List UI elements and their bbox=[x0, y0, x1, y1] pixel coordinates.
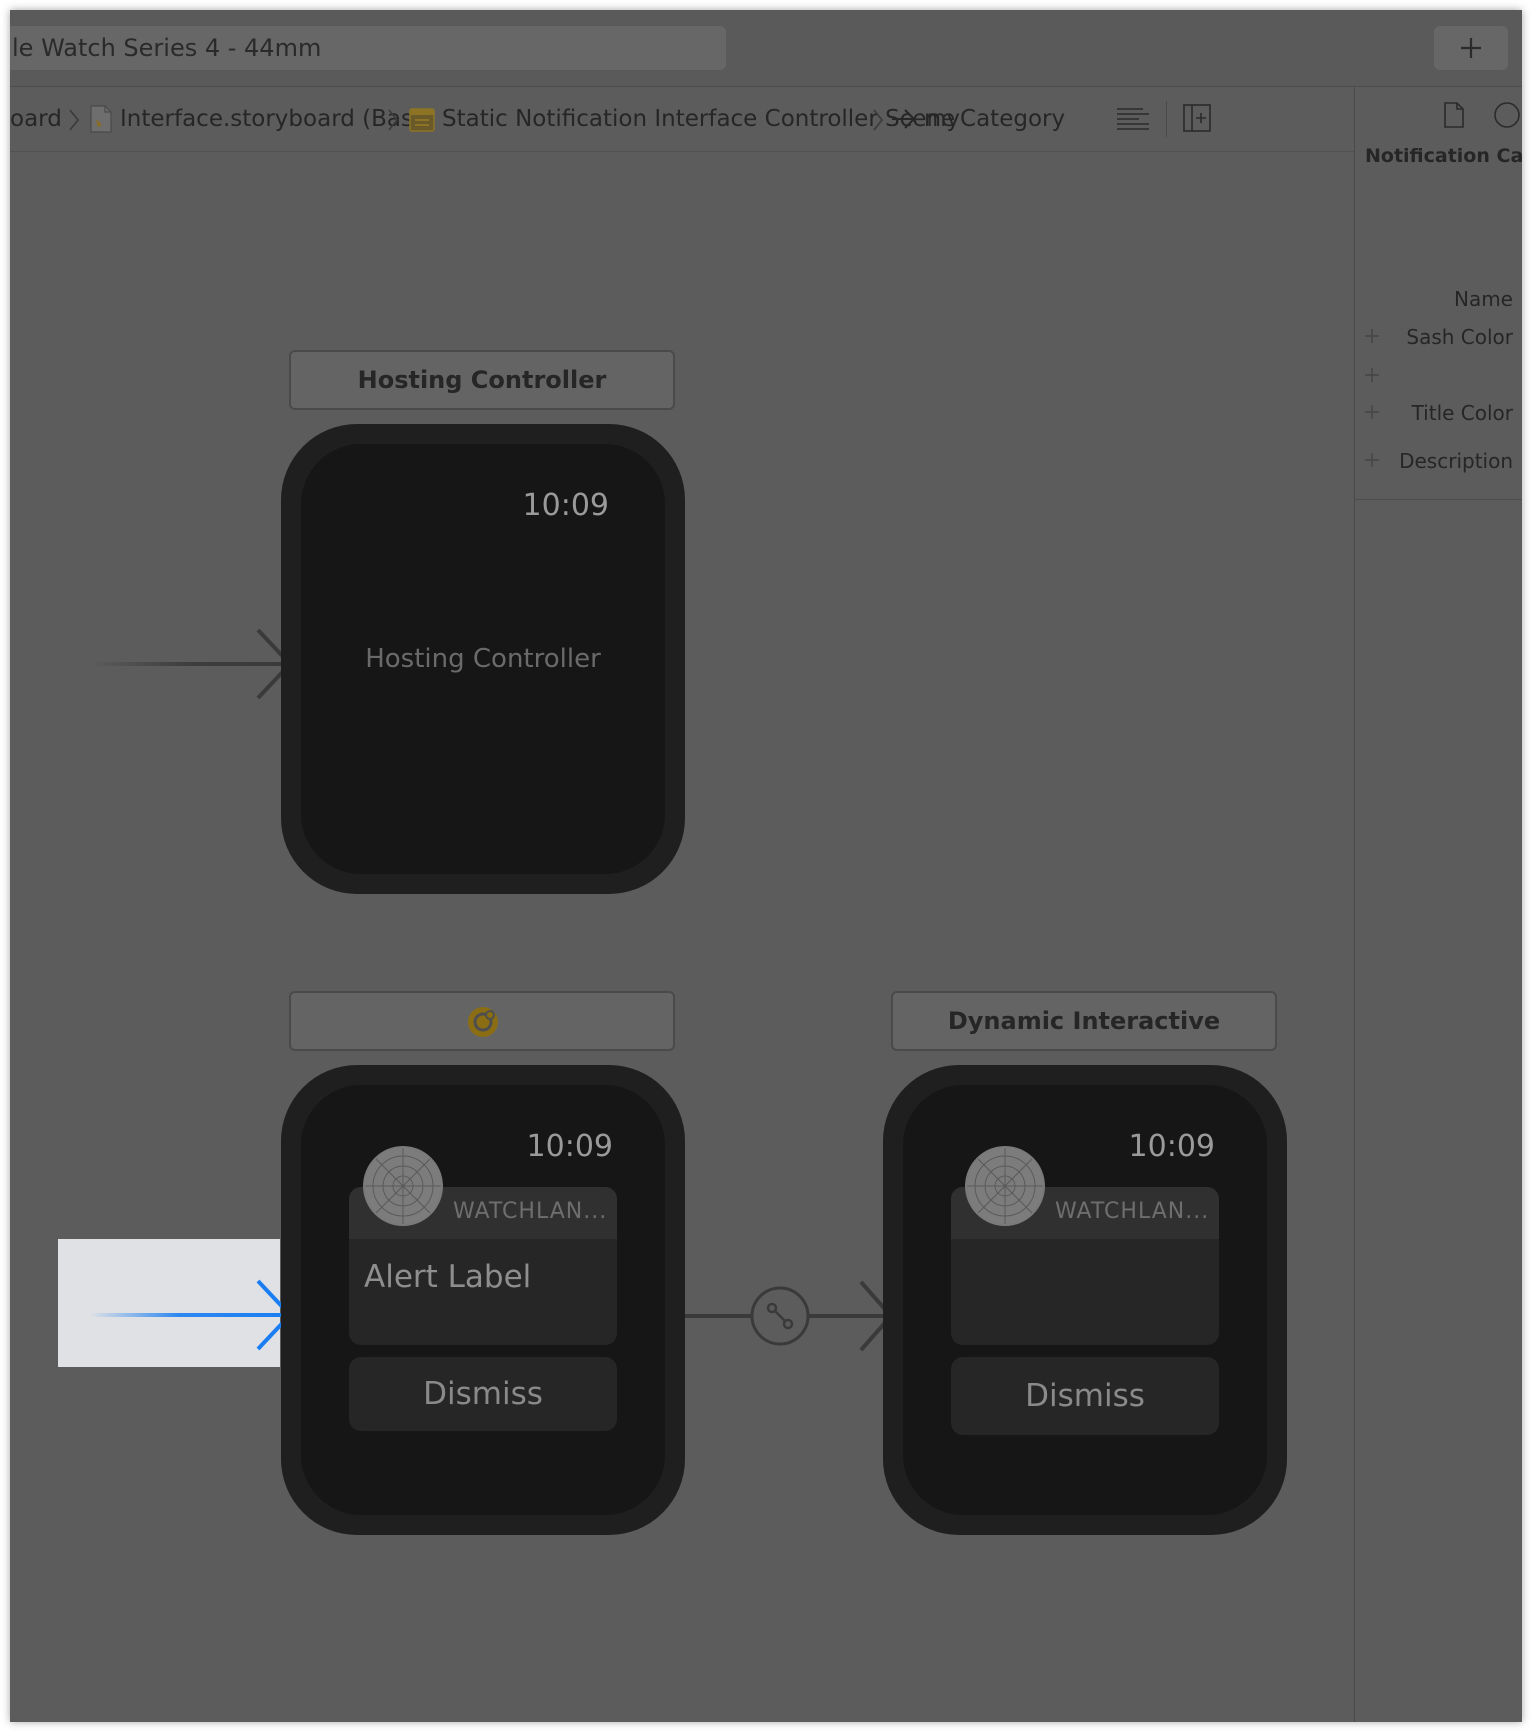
toolbar-divider bbox=[1166, 101, 1167, 137]
plus-icon[interactable] bbox=[1365, 453, 1379, 467]
scene-title-static-notification[interactable] bbox=[289, 991, 675, 1051]
app-icon bbox=[363, 1146, 443, 1226]
alert-label: Alert Label bbox=[364, 1259, 532, 1295]
hosting-controller-placeholder: Hosting Controller bbox=[365, 644, 601, 674]
watch-dynamic-notification[interactable]: 10:09 WATCHLAN... Dismiss bbox=[883, 1065, 1287, 1535]
scene-title-label: Hosting Controller bbox=[357, 366, 607, 394]
inspector-panel: Notification Cat Name Sash Color Title C… bbox=[1354, 87, 1522, 1722]
watch-time: 10:09 bbox=[522, 488, 609, 523]
add-editor-icon[interactable] bbox=[1182, 103, 1212, 133]
inspector-divider bbox=[1355, 499, 1522, 500]
watch-hosting-controller[interactable]: 10:09 Hosting Controller bbox=[281, 424, 685, 894]
watch-time: 10:09 bbox=[1128, 1129, 1215, 1164]
app-icon bbox=[965, 1146, 1045, 1226]
app-name: WATCHLAN... bbox=[453, 1199, 608, 1224]
breadcrumb-item-category[interactable]: myCategory bbox=[924, 87, 1065, 151]
field-label-title-color: Title Color bbox=[1411, 401, 1513, 425]
plus-icon[interactable] bbox=[1365, 368, 1379, 382]
lines-icon[interactable] bbox=[1115, 105, 1151, 133]
breadcrumb-item-storyboard-folder[interactable]: oard bbox=[10, 87, 62, 151]
chevron-right-icon bbox=[873, 109, 884, 131]
dismiss-button[interactable]: Dismiss bbox=[349, 1357, 617, 1431]
watch-screen: 10:09 WATCHLAN... Alert Label Dismiss bbox=[301, 1085, 665, 1515]
app-name: WATCHLAN... bbox=[1055, 1199, 1210, 1224]
notification-controller-icon bbox=[468, 1007, 498, 1037]
file-icon[interactable] bbox=[1443, 101, 1465, 129]
dismiss-label: Dismiss bbox=[1025, 1378, 1145, 1414]
segue-link-icon bbox=[766, 1302, 794, 1330]
add-button[interactable] bbox=[1434, 26, 1508, 70]
arrow-right-icon bbox=[892, 109, 916, 129]
field-label-sash-color: Sash Color bbox=[1406, 325, 1513, 349]
xcode-window: le Watch Series 4 - 44mm oard Interface.… bbox=[10, 10, 1522, 1722]
dismiss-button[interactable]: Dismiss bbox=[951, 1357, 1219, 1435]
plus-icon[interactable] bbox=[1365, 329, 1379, 343]
watch-time: 10:09 bbox=[526, 1129, 613, 1164]
initial-controller-arrow[interactable] bbox=[90, 626, 296, 702]
storyboard-file-icon bbox=[90, 105, 112, 133]
jump-bar: oard Interface.storyboard (Base) Static … bbox=[10, 87, 1354, 152]
notification-entry-arrow[interactable] bbox=[90, 1277, 296, 1353]
dismiss-label: Dismiss bbox=[423, 1376, 543, 1412]
plus-icon[interactable] bbox=[1365, 405, 1379, 419]
watch-screen: 10:09 Hosting Controller bbox=[301, 444, 665, 874]
inspector-section-title: Notification Cat bbox=[1365, 145, 1522, 167]
field-label-description: Description bbox=[1399, 449, 1513, 473]
chevron-right-icon bbox=[388, 109, 399, 131]
plus-icon bbox=[1461, 38, 1481, 58]
scene-icon bbox=[409, 108, 435, 132]
scene-title-dynamic-interface[interactable]: Dynamic Interactive Interface bbox=[891, 991, 1277, 1091]
device-label: le Watch Series 4 - 44mm bbox=[12, 34, 322, 62]
field-label-name: Name bbox=[1453, 287, 1513, 311]
help-icon[interactable] bbox=[1493, 101, 1521, 129]
watch-static-notification[interactable]: 10:09 WATCHLAN... Alert Label Dismiss bbox=[281, 1065, 685, 1535]
scene-title-hosting-controller[interactable]: Hosting Controller bbox=[289, 350, 675, 410]
chevron-right-icon bbox=[69, 109, 80, 131]
toolbar: le Watch Series 4 - 44mm bbox=[10, 10, 1522, 87]
watch-screen: 10:09 WATCHLAN... Dismiss bbox=[903, 1085, 1267, 1515]
device-selector[interactable]: le Watch Series 4 - 44mm bbox=[10, 26, 726, 70]
